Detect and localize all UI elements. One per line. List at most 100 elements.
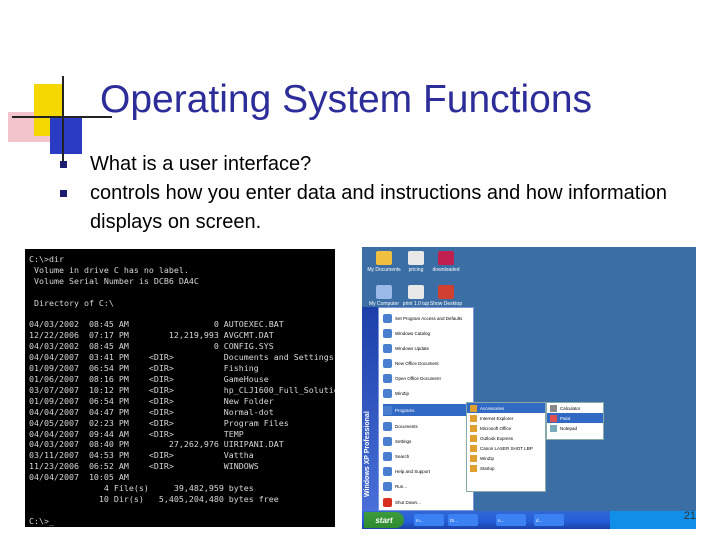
start-menu: Set Program Access and Defaults Windows …	[378, 307, 474, 511]
bullet-text: controls how you enter data and instruct…	[90, 182, 668, 233]
start-menu-item[interactable]: WinZip	[383, 387, 409, 399]
programs-submenu: Accessories Internet Explorer Microsoft …	[466, 402, 546, 492]
menu-item-label: Settings	[395, 438, 412, 444]
taskbar-button[interactable]: Di...	[448, 514, 478, 526]
desktop-icon-label: My Documents	[367, 267, 401, 273]
menu-item-icon	[383, 388, 392, 398]
start-menu-item[interactable]: Help and Support	[383, 465, 430, 477]
folder-icon	[470, 414, 477, 422]
submenu-item-label: Outlook Express	[480, 435, 514, 441]
document-icon	[408, 285, 424, 299]
menu-item-icon	[383, 358, 392, 368]
menu-item-icon	[383, 373, 392, 383]
submenu-item[interactable]: Canon LASER SHOT LBP	[467, 443, 545, 453]
menu-item-label: New Office Document	[395, 360, 439, 366]
desktop-icon: My Documents	[366, 251, 402, 273]
start-menu-item[interactable]: Documents	[383, 420, 418, 432]
start-menu-item[interactable]: Set Program Access and Defaults	[383, 312, 462, 324]
bullet-item: controls how you enter data and instruct…	[60, 179, 700, 237]
bullet-item: What is a user interface?	[60, 150, 700, 179]
menu-item-label: Shut Down...	[395, 499, 421, 505]
submenu-item[interactable]: Notepad	[547, 423, 603, 433]
dos-command-line-screenshot: C:\>dir Volume in drive C has no label. …	[25, 249, 335, 527]
menu-item-icon	[383, 421, 392, 431]
submenu-item-label: Paint	[560, 415, 571, 421]
title-decoration-blue	[50, 118, 82, 154]
menu-item-label: Search	[395, 453, 410, 459]
submenu-item-label: WinZip	[480, 455, 495, 461]
start-menu-side-label: Windows XP Professional	[364, 411, 371, 497]
menu-item-icon	[383, 481, 392, 491]
folder-icon	[470, 424, 477, 432]
submenu-item[interactable]: Microsoft Office	[467, 423, 545, 433]
submenu-item[interactable]: WinZip	[467, 453, 545, 463]
submenu-item-label: Internet Explorer	[480, 415, 514, 421]
slide-title: Operating System Functions	[100, 78, 593, 121]
menu-item-icon	[383, 328, 392, 338]
submenu-item-label: Startup	[480, 465, 495, 471]
submenu-item-paint[interactable]: Paint	[547, 413, 603, 423]
menu-item-icon	[383, 405, 392, 415]
notepad-icon	[550, 424, 557, 432]
desktop-icon: Show Desktop	[428, 285, 464, 307]
start-menu-item[interactable]: Windows Catalog	[383, 327, 430, 339]
menu-item-icon	[383, 451, 392, 461]
start-menu-item-programs[interactable]: Programs	[383, 404, 469, 416]
start-menu-item[interactable]: Run...	[383, 480, 407, 492]
start-menu-item[interactable]: Settings	[383, 435, 411, 447]
submenu-item-label: Notepad	[560, 425, 578, 431]
menu-item-label: Help and Support	[395, 468, 431, 474]
bullet-marker-icon	[60, 161, 67, 168]
menu-item-label: Windows Catalog	[395, 330, 431, 336]
menu-item-label: Set Program Access and Defaults	[395, 315, 463, 321]
windows-xp-screenshot: My Documents pricing downloaded My Compu…	[362, 247, 696, 529]
submenu-item-label: Canon LASER SHOT LBP	[480, 445, 533, 451]
folder-icon	[470, 404, 477, 412]
desktop-icon-glyph	[438, 285, 454, 299]
folder-icon	[470, 454, 477, 462]
computer-icon	[376, 285, 392, 299]
menu-item-label: Programs	[395, 407, 415, 413]
desktop-icon: downloaded	[428, 251, 464, 273]
menu-item-label: Run...	[395, 483, 408, 489]
submenu-item-label: Accessories	[480, 405, 505, 411]
submenu-item-accessories[interactable]: Accessories	[467, 403, 545, 413]
submenu-item[interactable]: Calculator	[547, 403, 603, 413]
bullet-list: What is a user interface? controls how y…	[60, 150, 700, 237]
bullet-marker-icon	[60, 190, 67, 197]
menu-item-label: Documents	[395, 423, 418, 429]
start-menu-item[interactable]: Windows Update	[383, 342, 429, 354]
menu-item-label: Open Office Document	[395, 375, 441, 381]
submenu-item[interactable]: Startup	[467, 463, 545, 473]
submenu-item[interactable]: Internet Explorer	[467, 413, 545, 423]
taskbar-button[interactable]: d...	[534, 514, 564, 526]
desktop-icon-label: pricing	[408, 267, 424, 273]
bullet-text: What is a user interface?	[90, 153, 312, 175]
submenu-item-label: Calculator	[560, 405, 581, 411]
taskbar-button[interactable]: n...	[496, 514, 526, 526]
start-button[interactable]: start	[364, 512, 404, 528]
folder-icon	[376, 251, 392, 265]
title-decoration-horizontal-line	[12, 116, 112, 118]
start-menu-item[interactable]: Open Office Document	[383, 372, 441, 384]
folder-icon	[470, 444, 477, 452]
start-menu-item[interactable]: Shut Down...	[383, 496, 421, 508]
application-icon	[438, 251, 454, 265]
desktop-icon-label: downloaded	[432, 267, 460, 273]
menu-item-icon	[383, 466, 392, 476]
menu-item-icon	[383, 343, 392, 353]
start-menu-item[interactable]: New Office Document	[383, 357, 439, 369]
dos-output-text: C:\>dir Volume in drive C has no label. …	[29, 254, 335, 526]
document-icon	[408, 251, 424, 265]
start-menu-item[interactable]: Search	[383, 450, 409, 462]
accessories-submenu: Calculator Paint Notepad	[546, 402, 604, 440]
folder-icon	[470, 464, 477, 472]
taskbar-button[interactable]: m...	[414, 514, 444, 526]
shutdown-icon	[383, 497, 392, 507]
submenu-item-label: Microsoft Office	[480, 425, 512, 431]
taskbar: start m... Di... n... d...	[362, 511, 696, 529]
menu-item-icon	[383, 436, 392, 446]
submenu-item[interactable]: Outlook Express	[467, 433, 545, 443]
menu-item-label: WinZip	[395, 390, 410, 396]
menu-item-icon	[383, 313, 392, 323]
